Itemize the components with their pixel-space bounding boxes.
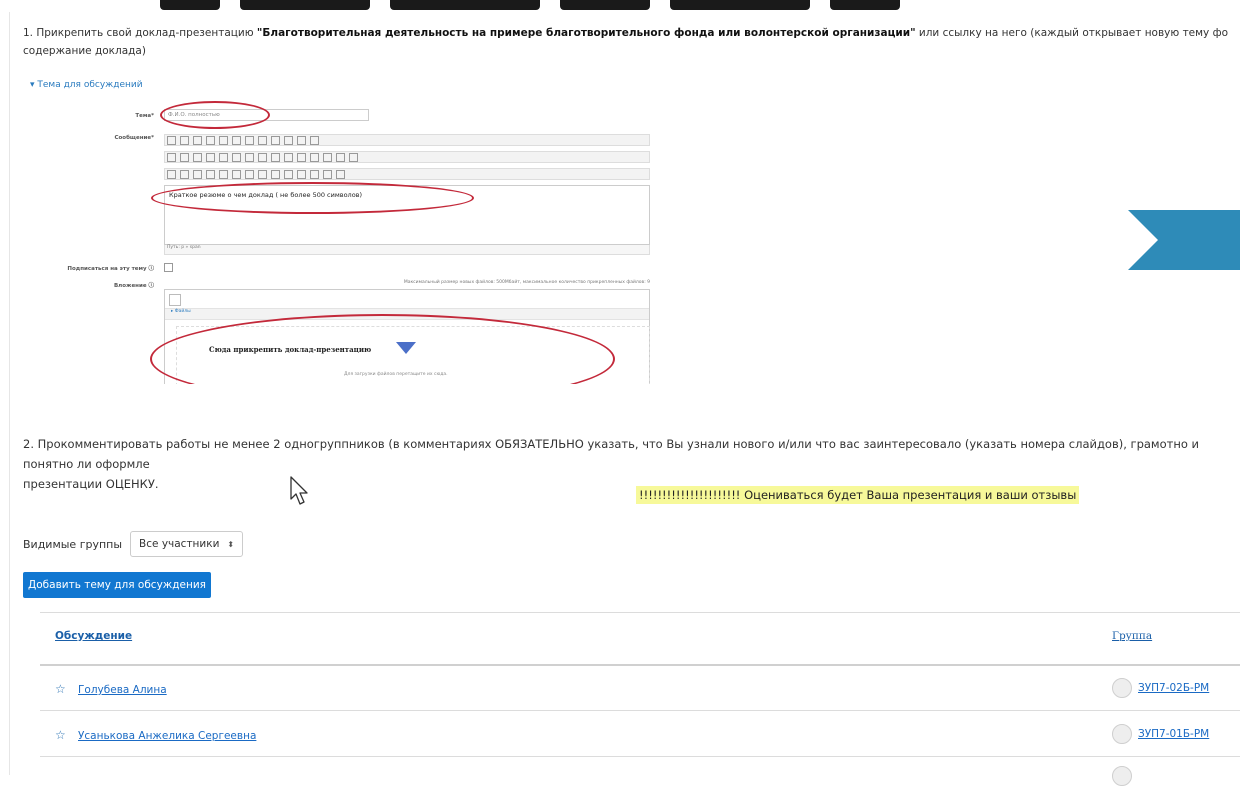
star-icon[interactable]: ☆ bbox=[55, 728, 66, 742]
group-avatar-icon bbox=[1112, 766, 1132, 786]
add-file-icon bbox=[169, 294, 181, 306]
left-strip bbox=[0, 12, 10, 775]
editor-toolbar-3 bbox=[164, 168, 650, 180]
select-arrow-icon: ⬍ bbox=[227, 539, 235, 549]
editor-toolbar-2 bbox=[164, 151, 650, 163]
instruction-step-1: 1. Прикрепить свой доклад-презентацию "Б… bbox=[23, 27, 1229, 57]
discussion-link[interactable]: Голубева Алина bbox=[78, 684, 167, 696]
highlight-ellipse-message bbox=[151, 182, 474, 214]
star-icon[interactable]: ☆ bbox=[55, 682, 66, 696]
discussion-link[interactable]: Усанькова Анжелика Сергеевна bbox=[78, 730, 256, 742]
group-link[interactable]: ЗУП7-01Б-РМ bbox=[1138, 728, 1209, 740]
instruction-step-2: 2. Прокомментировать работы не менее 2 о… bbox=[23, 437, 1200, 491]
highlight-ellipse-subject bbox=[160, 101, 270, 129]
add-discussion-button[interactable]: Добавить тему для обсуждения bbox=[23, 572, 211, 598]
chevron-arrow-icon bbox=[1128, 210, 1240, 270]
section-toggle-link: ▾ Тема для обсуждений bbox=[30, 80, 143, 90]
files-folder-link: ▸ Файлы bbox=[171, 309, 191, 314]
column-header-discussion[interactable]: Обсуждение bbox=[55, 630, 132, 642]
message-label: Сообщение* bbox=[114, 135, 154, 141]
attachment-limit-note: Максимальный размер новых файлов: 500Мба… bbox=[403, 280, 650, 285]
slide-top-edge bbox=[0, 0, 1240, 12]
embedded-form-screenshot: ▾ Тема для обсуждений Тема* Ф.И.О. полно… bbox=[24, 74, 660, 384]
subscribe-label: Подписаться на эту тему ⓘ bbox=[67, 266, 154, 272]
subscribe-checkbox bbox=[164, 263, 173, 272]
mouse-cursor-icon bbox=[290, 476, 308, 505]
attachment-label: Вложение ⓘ bbox=[113, 283, 154, 289]
subject-label: Тема* bbox=[135, 113, 154, 119]
group-avatar-icon bbox=[1112, 724, 1132, 744]
editor-path-bar: Путь: p » span bbox=[164, 245, 650, 255]
group-avatar-icon bbox=[1112, 678, 1132, 698]
grading-notice: !!!!!!!!!!!!!!!!!!!!!! Оцениваться будет… bbox=[636, 486, 1080, 504]
column-header-group[interactable]: Группа bbox=[1112, 630, 1152, 642]
visible-groups-label: Видимые группы bbox=[23, 537, 123, 551]
visible-groups-select[interactable]: Все участники ⬍ bbox=[130, 531, 244, 557]
group-link[interactable]: ЗУП7-02Б-РМ bbox=[1138, 682, 1209, 694]
visible-groups-filter: Видимые группы Все участники ⬍ bbox=[23, 531, 244, 557]
editor-toolbar-1 bbox=[164, 134, 650, 146]
